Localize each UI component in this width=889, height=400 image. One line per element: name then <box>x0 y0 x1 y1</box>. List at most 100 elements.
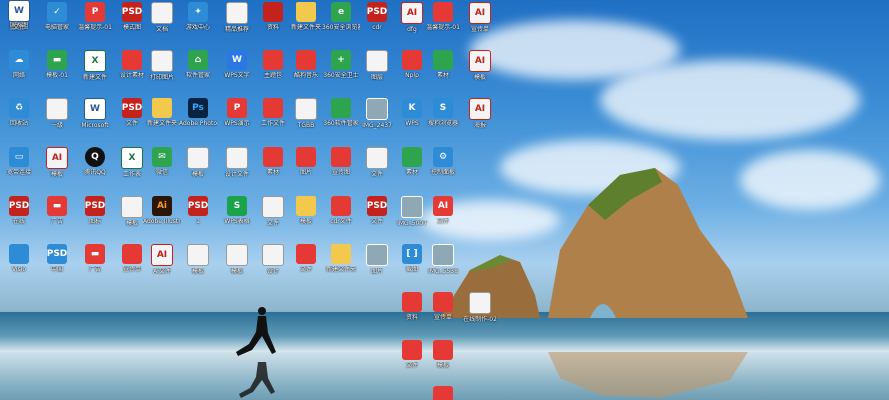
desktop-icon[interactable]: ▬ 模板-01 <box>38 50 76 79</box>
desktop-icon[interactable]: TGBB <box>287 98 325 129</box>
desktop-icon[interactable]: 图片 <box>287 147 325 176</box>
desktop-icon[interactable]: IMG_5538 <box>424 244 462 275</box>
doc-file-icon <box>262 196 284 218</box>
desktop-icon[interactable]: PSD 图标 <box>76 196 114 225</box>
desktop-icon[interactable]: ⌂ 软件管家 <box>179 50 217 79</box>
desktop-icon[interactable]: 在线制作-02 <box>461 292 499 323</box>
desktop-icon[interactable]: ✉ 微信 <box>143 147 181 176</box>
desktop-icon[interactable]: cdr文件 <box>322 196 360 225</box>
desktop-icon-label: AI文件 <box>153 268 171 275</box>
desktop-icon[interactable]: PSD 1 <box>179 196 217 225</box>
desktop-icon[interactable]: W Microsoft <box>76 98 114 129</box>
desktop-icon[interactable]: S WPS表格 <box>218 196 256 225</box>
desktop: ▭此电脑✓电脑管家P温馨提示-01PSD模式图文档✦游戏中心精品推荐资料新建文件… <box>0 0 889 400</box>
desktop-icon[interactable]: 酷狗音乐 <box>287 50 325 79</box>
desktop-icon-label: 1 <box>196 218 200 225</box>
desktop-icon[interactable]: AI 文件 <box>424 196 462 225</box>
desktop-icon-label: 温馨提示-01 <box>426 24 460 31</box>
desktop-icon[interactable]: W WPS文字 <box>218 50 256 79</box>
desktop-icon[interactable]: 一级 <box>38 98 76 129</box>
desktop-icon[interactable]: ✦ 游戏中心 <box>179 2 217 31</box>
desktop-icon-label: 温馨提示-01 <box>78 24 112 31</box>
doc-file-icon <box>295 98 317 120</box>
desktop-icon[interactable]: +360安全卫士 <box>322 50 360 79</box>
desktop-icon[interactable]: PSD 中国 <box>38 244 76 273</box>
desktop-icon[interactable]: ☁ 网络 <box>0 50 38 79</box>
word-file-icon: W <box>84 98 106 120</box>
desktop-icon[interactable]: ▬ 广告 <box>76 244 114 273</box>
desktop-icon-label: 模板-01 <box>46 72 68 79</box>
desktop-icon-label: cdr <box>372 24 382 31</box>
desktop-icon[interactable]: P WPS演示 <box>218 98 256 127</box>
desktop-icon[interactable]: W 文件 <box>0 0 38 31</box>
desktop-icon-label: WPS文字 <box>224 72 250 79</box>
desktop-icon[interactable]: S 搜狗浏览器 <box>424 98 462 127</box>
desktop-icon[interactable]: 新建文件夹 <box>287 2 325 31</box>
desktop-icon[interactable]: P 温馨提示-01 <box>76 2 114 31</box>
ai-file-icon: AI <box>469 98 491 120</box>
folder-file-icon <box>296 2 316 22</box>
desktop-icon[interactable]: AI 宣传单 <box>461 2 499 33</box>
desktop-icon[interactable]: 模板 <box>179 147 217 178</box>
desktop-icon[interactable]: 宣传单 <box>424 292 462 321</box>
desktop-icon[interactable]: 宣传图 <box>322 147 360 176</box>
desktop-icon[interactable]: 打印图片 <box>143 50 181 81</box>
desktop-icon[interactable]: ▬ 广告 <box>38 196 76 225</box>
red-file-icon <box>296 147 316 167</box>
desktop-icon[interactable]: 模板 <box>424 340 462 369</box>
desktop-icon[interactable]: 图片 <box>358 244 396 275</box>
red-file-icon <box>331 196 351 216</box>
doc-file-icon <box>226 147 248 169</box>
desktop-icon-label: 文件 <box>436 218 449 225</box>
word-file-icon: W <box>8 0 30 22</box>
desktop-icon[interactable]: AI 模板 <box>38 147 76 178</box>
desktop-icon[interactable]: 素材 <box>424 50 462 79</box>
desktop-icon[interactable]: Q 腾讯QQ <box>76 147 114 176</box>
desktop-icon[interactable]: 设计文件 <box>218 147 256 178</box>
desktop-icon-label: 网络 <box>12 72 25 79</box>
desktop-icon[interactable]: 文件 <box>287 244 325 273</box>
desktop-icon[interactable]: Visio <box>0 244 38 273</box>
desktop-icon[interactable]: ⚙ 控制面板 <box>424 147 462 176</box>
green-file-icon <box>331 98 351 118</box>
red-file-icon <box>402 50 422 70</box>
desktop-icon[interactable]: 文档 <box>143 2 181 33</box>
desktop-icon[interactable]: PSD 文件 <box>358 196 396 225</box>
desktop-icon[interactable]: X 新建文件 <box>76 50 114 81</box>
doc-file-icon <box>187 147 209 169</box>
desktop-icon[interactable]: AI 模板 <box>461 50 499 81</box>
desktop-icon[interactable]: AI 海报 <box>461 98 499 129</box>
desktop-icon[interactable]: 新建文件夹 <box>143 98 181 127</box>
desktop-icon-label: 模板 <box>191 268 204 275</box>
desktop-icon-label: IMG_2437 <box>362 122 392 129</box>
desktop-icon[interactable]: 文件 <box>358 147 396 178</box>
desktop-icon[interactable]: IMG_2437 <box>358 98 396 129</box>
desktop-icon[interactable]: 精品推荐 <box>218 2 256 33</box>
desktop-icon-label: TGBB <box>297 122 315 129</box>
desktop-icon[interactable]: 模板 <box>287 196 325 225</box>
red-file-icon: P <box>85 2 105 22</box>
red-file-icon <box>263 50 283 70</box>
desktop-icon[interactable]: PSD cdr <box>358 2 396 31</box>
desktop-icon[interactable]: 新建文件夹 <box>322 244 360 273</box>
desktop-icon-label: 新建文件 <box>82 74 107 81</box>
desktop-icon-label: 新建文件夹 <box>325 266 356 273</box>
desktop-icon-label: 设计文件 <box>224 171 249 178</box>
desktop-icon[interactable]: e 360安全浏览器 <box>322 2 360 31</box>
desktop-icon[interactable]: 模板 <box>179 244 217 275</box>
desktop-icon[interactable]: ▭ 宽带连接 <box>0 147 38 176</box>
desktop-icon[interactable]: 图层 <box>358 50 396 81</box>
desktop-icon[interactable]: 模板 <box>218 244 256 275</box>
desktop-icon[interactable]: 文件 <box>424 386 462 400</box>
desktop-icon[interactable]: ♻ 回收站 <box>0 98 38 127</box>
red-file-icon <box>122 244 142 264</box>
desktop-icon[interactable]: ✓ 电脑管家 <box>38 2 76 31</box>
desktop-icon[interactable]: Ps Adobe Photoshop <box>179 98 217 127</box>
desktop-icon[interactable]: AI AI文件 <box>143 244 181 275</box>
desktop-icon[interactable]: Ai Adobe Illustrator <box>143 196 181 225</box>
doc-file-icon <box>262 244 284 266</box>
desktop-icon[interactable]: 360软件管家 <box>322 98 360 127</box>
red-file-icon <box>433 292 453 312</box>
desktop-icon[interactable]: PSD 在线 <box>0 196 38 225</box>
desktop-icon[interactable]: 温馨提示-01 <box>424 2 462 31</box>
